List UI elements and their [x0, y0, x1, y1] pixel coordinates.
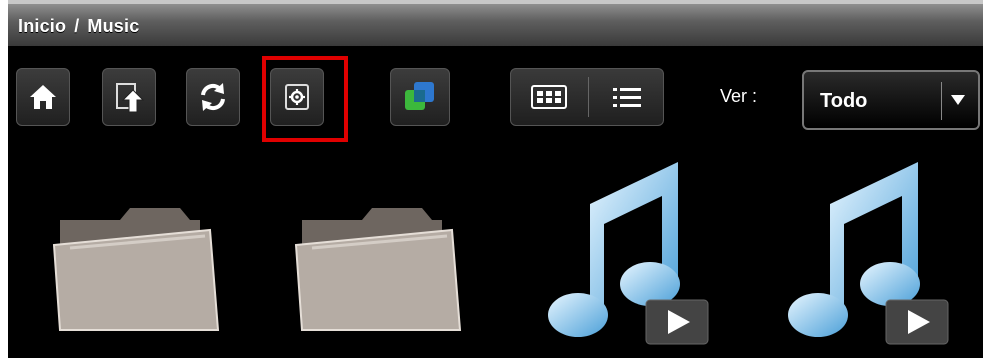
list-view-icon — [613, 88, 641, 107]
folder-item[interactable] — [282, 190, 472, 344]
refresh-icon — [201, 83, 225, 111]
settings-highlight-box — [262, 56, 348, 142]
home-icon — [30, 85, 56, 109]
dropdown-divider — [941, 82, 942, 120]
grid-view-button[interactable] — [511, 69, 587, 125]
refresh-button[interactable] — [186, 68, 240, 126]
apps-icon — [405, 82, 434, 110]
left-border — [0, 0, 8, 358]
breadcrumb-current: Music — [87, 16, 140, 36]
breadcrumb-home[interactable]: Inicio — [18, 16, 66, 36]
music-video-item[interactable] — [778, 160, 958, 354]
view-mode-group — [510, 68, 664, 126]
home-button[interactable] — [16, 68, 70, 126]
filter-dropdown[interactable]: Todo — [802, 70, 980, 130]
breadcrumb-separator: / — [74, 16, 80, 36]
grid-view-icon — [531, 85, 567, 109]
breadcrumb-bar: Inicio / Music — [8, 0, 983, 46]
list-view-button[interactable] — [589, 69, 665, 125]
filter-label: Ver : — [720, 86, 758, 106]
breadcrumb: Inicio / Music — [18, 16, 147, 37]
folder-icon — [52, 208, 220, 331]
upload-icon — [116, 83, 145, 113]
folder-item[interactable] — [40, 190, 230, 344]
music-note-icon — [548, 162, 709, 345]
music-video-item[interactable] — [538, 160, 718, 354]
apps-button[interactable] — [390, 68, 450, 126]
music-note-icon — [788, 162, 949, 345]
chevron-down-icon — [951, 95, 965, 105]
upload-button[interactable] — [102, 68, 156, 126]
folder-icon — [294, 208, 462, 331]
filter-selected-value: Todo — [820, 90, 868, 112]
